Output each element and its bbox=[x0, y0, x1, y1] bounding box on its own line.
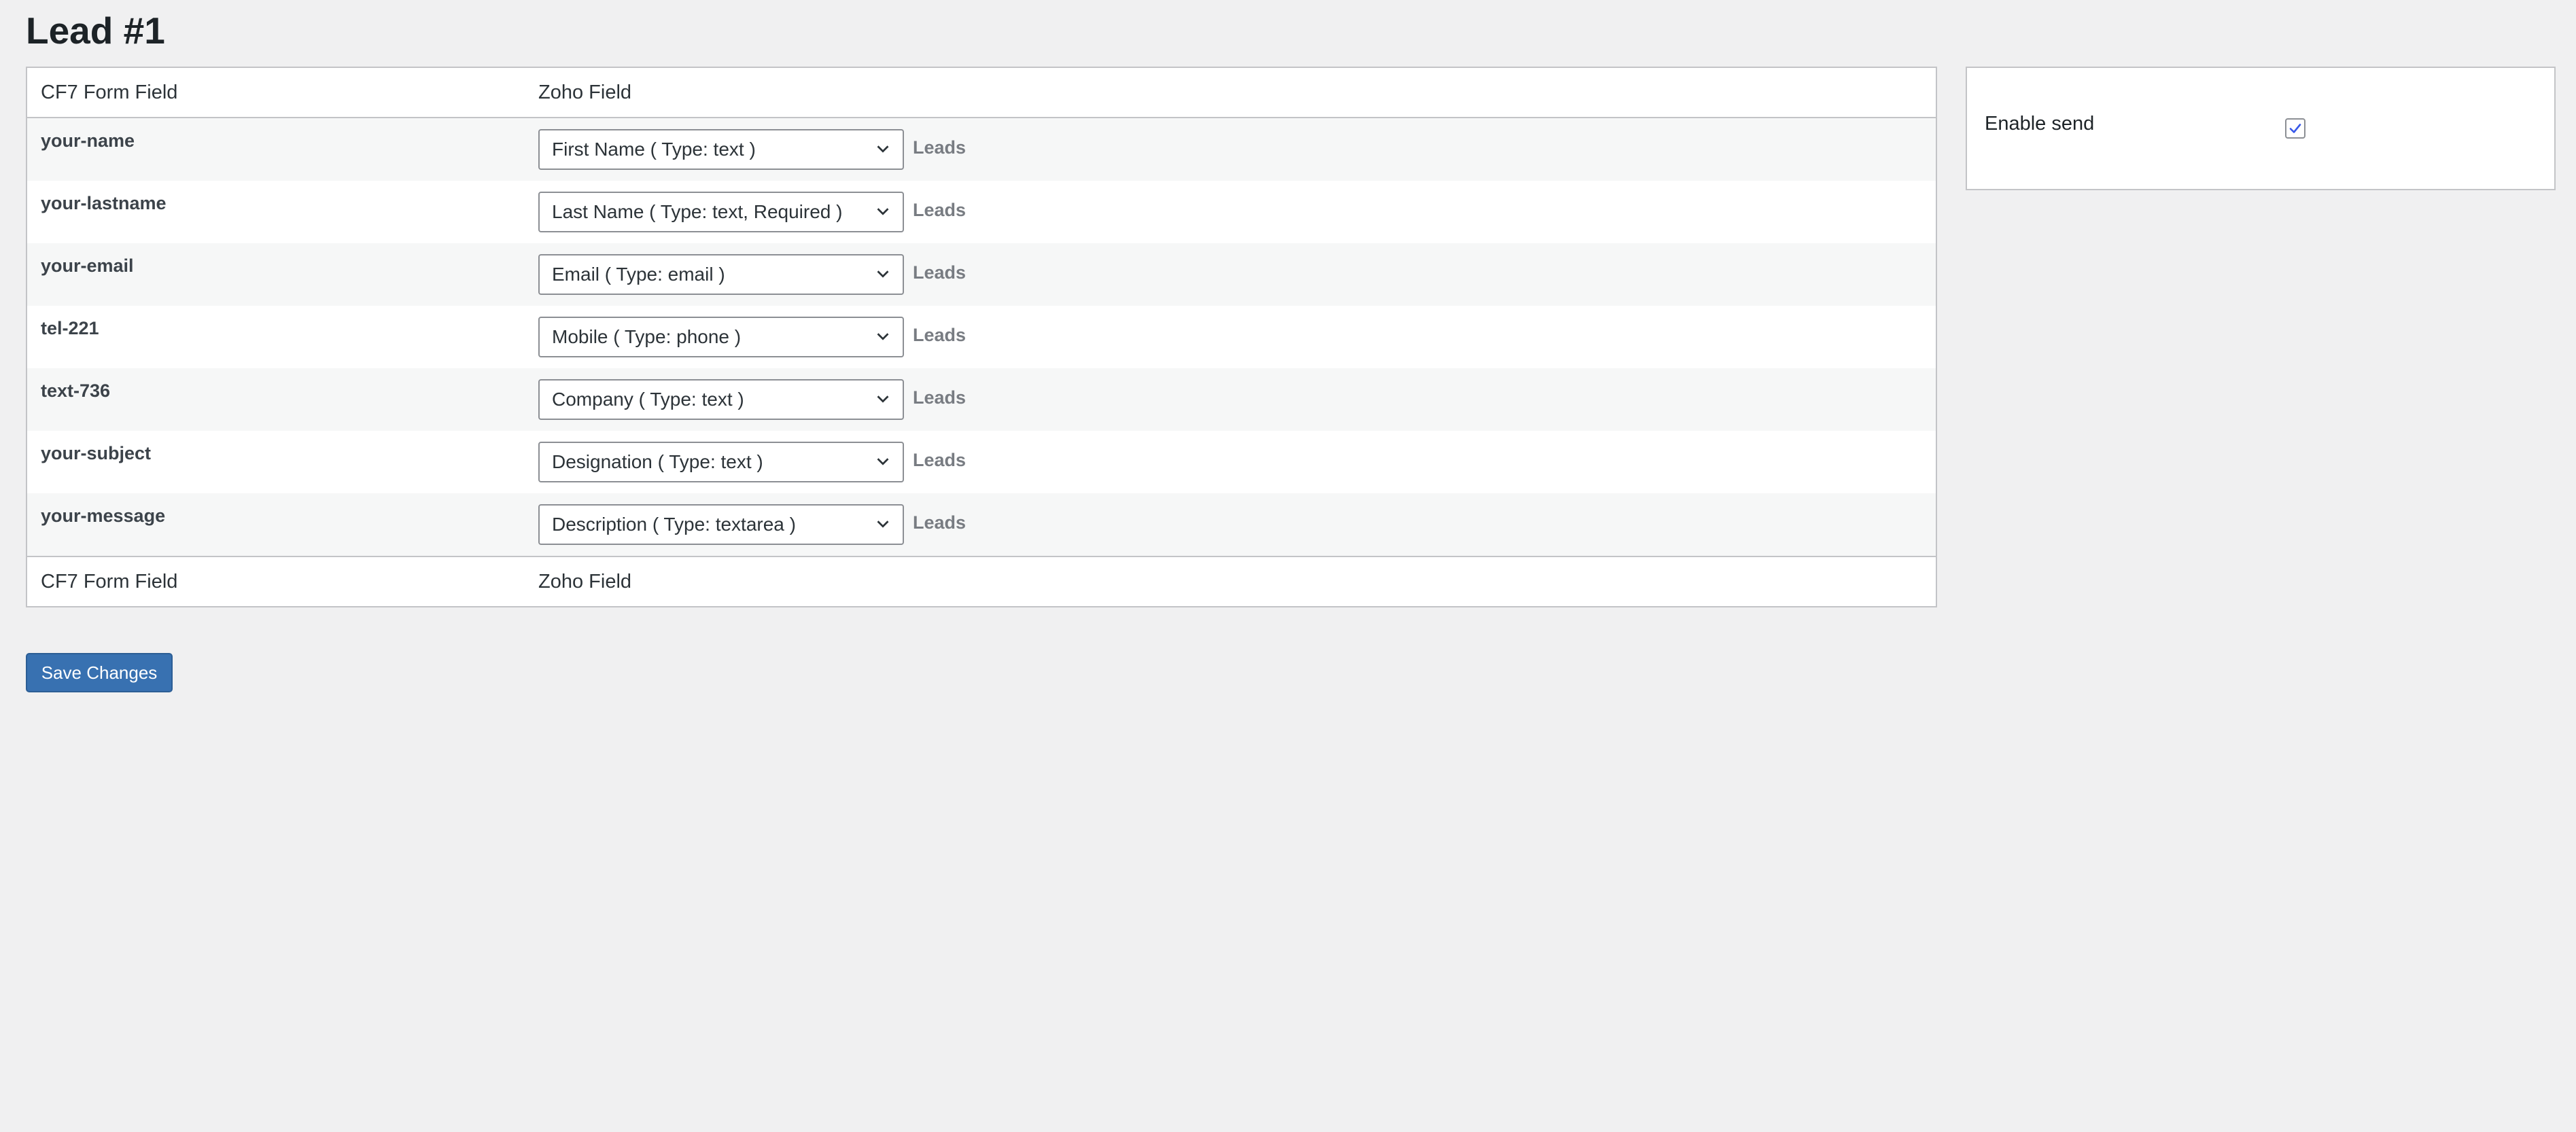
header-zoho-field: Zoho Field bbox=[538, 82, 632, 103]
table-header: CF7 Form Field Zoho Field bbox=[27, 68, 1936, 118]
table-row: your-lastname Last Name ( Type: text, Re… bbox=[27, 181, 1936, 243]
table-row: text-736 Company ( Type: text ) Leads bbox=[27, 368, 1936, 431]
select-value: First Name ( Type: text ) bbox=[552, 139, 756, 160]
chevron-down-icon bbox=[877, 395, 889, 403]
header-cf7-form-field: CF7 Form Field bbox=[41, 82, 178, 103]
cf7-field-name: tel-221 bbox=[41, 318, 99, 338]
page-title: Lead #1 bbox=[26, 10, 165, 52]
select-value: Designation ( Type: text ) bbox=[552, 451, 763, 472]
checkmark-icon bbox=[2289, 124, 2301, 133]
zoho-field-select[interactable]: Designation ( Type: text ) bbox=[538, 442, 904, 482]
chevron-down-icon bbox=[877, 333, 889, 340]
save-changes-button[interactable]: Save Changes bbox=[26, 653, 173, 692]
enable-send-checkbox[interactable] bbox=[2285, 118, 2305, 139]
select-value: Last Name ( Type: text, Required ) bbox=[552, 201, 843, 222]
cf7-field-name: your-name bbox=[41, 130, 135, 151]
footer-cf7-form-field: CF7 Form Field bbox=[41, 571, 178, 592]
table-footer: CF7 Form Field Zoho Field bbox=[27, 556, 1936, 606]
zoho-field-select[interactable]: Email ( Type: email ) bbox=[538, 254, 904, 295]
module-label: Leads bbox=[913, 387, 967, 408]
footer-zoho-field: Zoho Field bbox=[538, 571, 632, 592]
select-value: Mobile ( Type: phone ) bbox=[552, 326, 742, 347]
select-value: Email ( Type: email ) bbox=[552, 264, 725, 285]
module-label: Leads bbox=[913, 137, 967, 158]
enable-send-label: Enable send bbox=[1985, 113, 2095, 135]
table-row: tel-221 Mobile ( Type: phone ) Leads bbox=[27, 306, 1936, 368]
select-value: Description ( Type: textarea ) bbox=[552, 514, 796, 535]
module-label: Leads bbox=[913, 325, 967, 345]
chevron-down-icon bbox=[877, 270, 889, 278]
module-label: Leads bbox=[913, 200, 967, 220]
chevron-down-icon bbox=[877, 520, 889, 528]
module-label: Leads bbox=[913, 450, 967, 470]
table-row: your-email Email ( Type: email ) Leads bbox=[27, 243, 1936, 306]
zoho-field-select[interactable]: Last Name ( Type: text, Required ) bbox=[538, 192, 904, 232]
zoho-field-select[interactable]: Mobile ( Type: phone ) bbox=[538, 317, 904, 357]
module-label: Leads bbox=[913, 262, 967, 283]
cf7-field-name: your-subject bbox=[41, 443, 152, 463]
table-row: your-subject Designation ( Type: text ) … bbox=[27, 431, 1936, 493]
chevron-down-icon bbox=[877, 145, 889, 153]
zoho-field-select[interactable]: Company ( Type: text ) bbox=[538, 379, 904, 420]
cf7-field-name: text-736 bbox=[41, 381, 111, 401]
cf7-field-name: your-message bbox=[41, 506, 166, 526]
field-mapping-table: CF7 Form Field Zoho Field your-name Firs… bbox=[26, 67, 1937, 607]
table-row: your-name First Name ( Type: text ) Lead… bbox=[27, 118, 1936, 181]
chevron-down-icon bbox=[877, 208, 889, 215]
cf7-field-name: your-email bbox=[41, 255, 134, 276]
chevron-down-icon bbox=[877, 458, 889, 465]
module-label: Leads bbox=[913, 512, 967, 533]
zoho-field-select[interactable]: First Name ( Type: text ) bbox=[538, 129, 904, 170]
select-value: Company ( Type: text ) bbox=[552, 389, 744, 410]
table-row: your-message Description ( Type: textare… bbox=[27, 493, 1936, 556]
zoho-field-select[interactable]: Description ( Type: textarea ) bbox=[538, 504, 904, 545]
table-body: your-name First Name ( Type: text ) Lead… bbox=[27, 118, 1936, 556]
settings-panel: Enable send bbox=[1966, 67, 2556, 190]
cf7-field-name: your-lastname bbox=[41, 193, 167, 213]
